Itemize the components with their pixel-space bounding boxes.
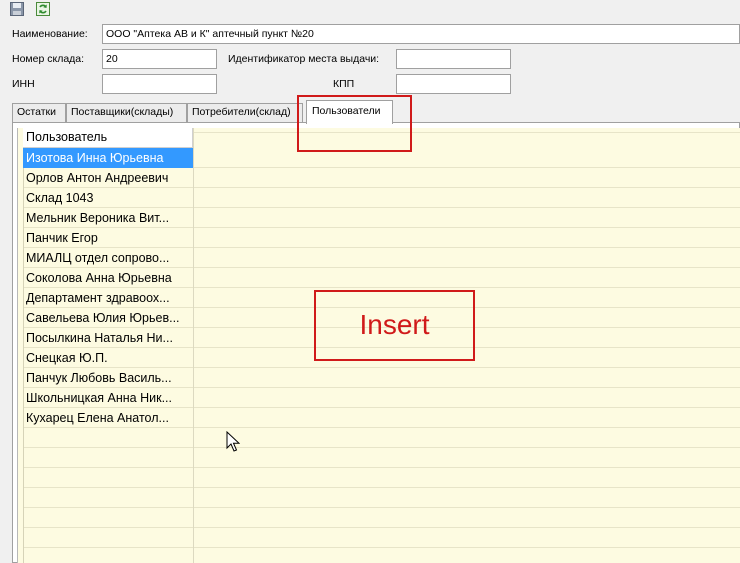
kpp-field[interactable] [396, 74, 511, 94]
issue-point-field[interactable] [396, 49, 511, 69]
table-row[interactable]: Панчик Егор [23, 228, 193, 248]
tab-consumers[interactable]: Потребители(склад) [187, 103, 303, 122]
table-row[interactable]: Орлов Антон Андреевич [23, 168, 193, 188]
tab-suppliers[interactable]: Поставщики(склады) [66, 103, 187, 122]
refresh-icon[interactable] [35, 1, 51, 17]
table-row[interactable]: Школьницкая Анна Ник... [23, 388, 193, 408]
grid-rows: Изотова Инна Юрьевна Орлов Антон Андреев… [23, 148, 193, 428]
table-row[interactable]: Изотова Инна Юрьевна [23, 148, 193, 168]
table-row[interactable]: Снецкая Ю.П. [23, 348, 193, 368]
inn-field[interactable] [102, 74, 217, 94]
toolbar [0, 0, 740, 20]
insert-label: Insert [359, 309, 430, 340]
table-row[interactable]: Соколова Анна Юрьевна [23, 268, 193, 288]
name-field[interactable]: ООО "Аптека АВ и К" аптечный пункт №20 [102, 24, 740, 44]
mouse-cursor-icon [226, 430, 241, 453]
warehouse-field[interactable]: 20 [102, 49, 217, 69]
table-row[interactable]: Савельева Юлия Юрьев... [23, 308, 193, 328]
kpp-label: КПП [333, 78, 355, 90]
table-row[interactable]: Мельник Вероника Вит... [23, 208, 193, 228]
name-label: Наименование: [12, 28, 88, 40]
insert-annotation-box: Insert [314, 290, 475, 361]
table-row[interactable]: Кухарец Елена Анатол... [23, 408, 193, 428]
table-row[interactable]: МИАЛЦ отдел сопрово... [23, 248, 193, 268]
save-icon[interactable] [9, 1, 25, 17]
table-row[interactable]: Посылкина Наталья Ни... [23, 328, 193, 348]
table-row[interactable]: Панчук Любовь Василь... [23, 368, 193, 388]
table-row[interactable]: Департамент здравоох... [23, 288, 193, 308]
column-separator [193, 128, 194, 563]
tab-ostatki[interactable]: Остатки [12, 103, 66, 122]
table-row[interactable]: Склад 1043 [23, 188, 193, 208]
inn-label: ИНН [12, 78, 35, 90]
issue-point-label: Идентификатор места выдачи: [228, 53, 380, 65]
warehouse-label: Номер склада: [12, 53, 85, 65]
column-header-user[interactable]: Пользователь [23, 128, 193, 148]
tab-users[interactable]: Пользователи [306, 100, 393, 124]
